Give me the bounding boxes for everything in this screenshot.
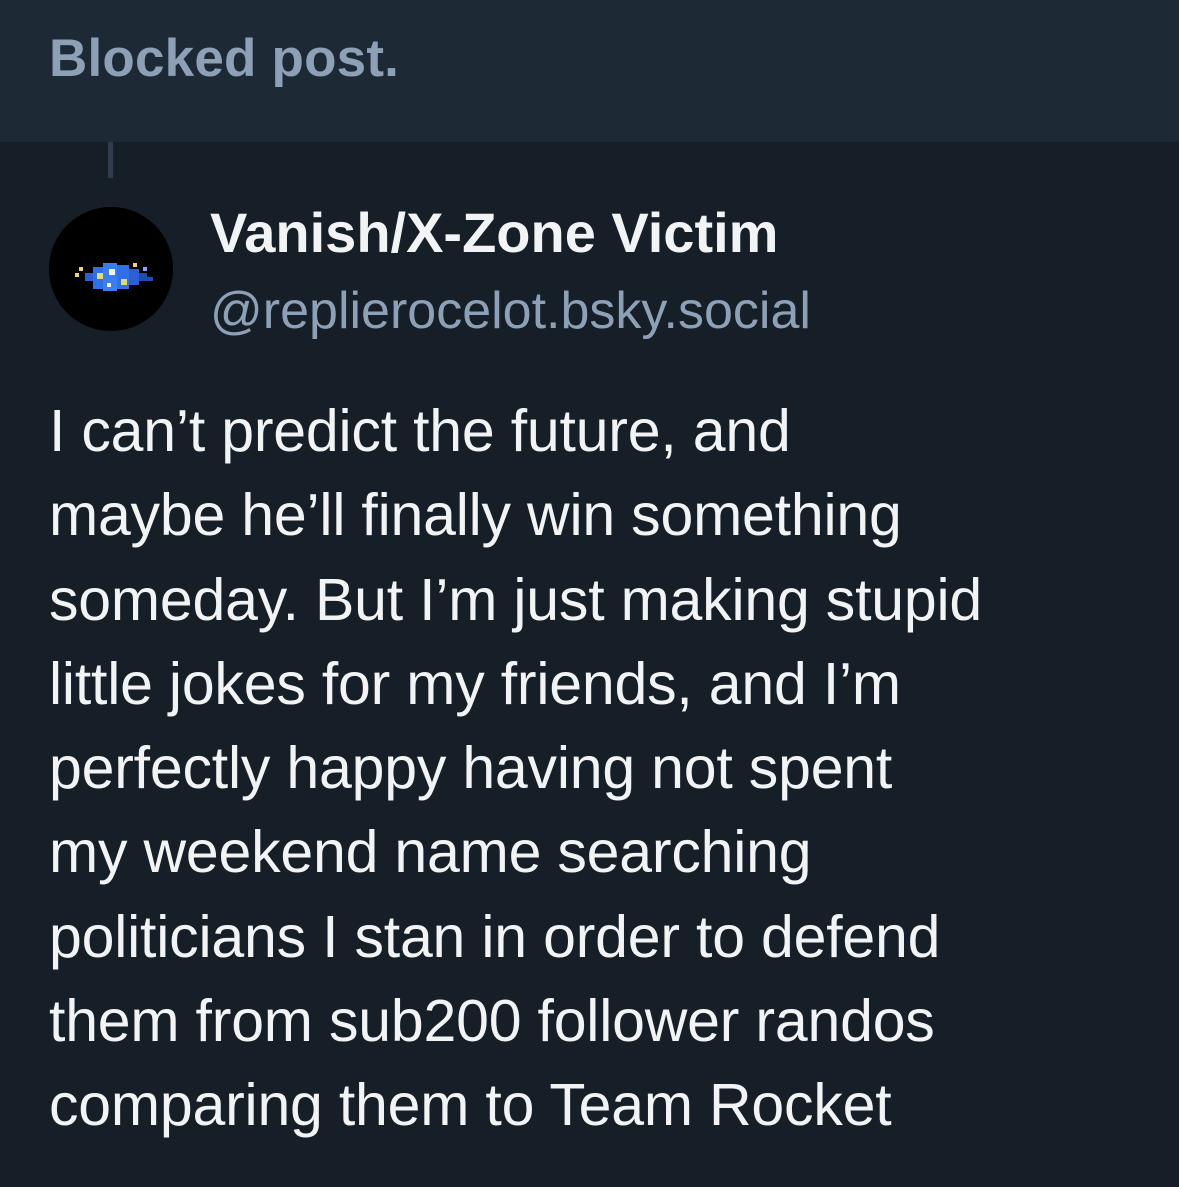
post-text-line: perfectly happy having not spent xyxy=(49,735,893,802)
post-text-line: politicians I stan in order to defend xyxy=(49,903,941,970)
post-text-line: little jokes for my friends, and I’m xyxy=(49,650,901,717)
blocked-post-label: Blocked post. xyxy=(49,29,400,88)
post-text-line: comparing them to Team Rocket xyxy=(49,1072,892,1139)
post-text-line: someday. But I’m just making stupid xyxy=(49,566,983,633)
thread-connector-line xyxy=(108,142,113,178)
post-text-line: maybe he’ll finally win something xyxy=(49,482,902,549)
blocked-post-banner[interactable]: Blocked post. xyxy=(0,0,1179,142)
post-text-line: my weekend name searching xyxy=(49,819,812,886)
author-display-name[interactable]: Vanish/X-Zone Victim xyxy=(210,200,778,265)
post-text-line: I can’t predict the future, and xyxy=(49,398,791,464)
post-text-line: them from sub200 follower randos xyxy=(49,988,935,1055)
post-text: I can’t predict the future, and maybe he… xyxy=(49,389,1149,1148)
author-handle[interactable]: @replierocelot.bsky.social xyxy=(210,281,811,341)
pixel-creature-avatar-icon xyxy=(49,207,173,331)
avatar[interactable] xyxy=(49,207,173,331)
